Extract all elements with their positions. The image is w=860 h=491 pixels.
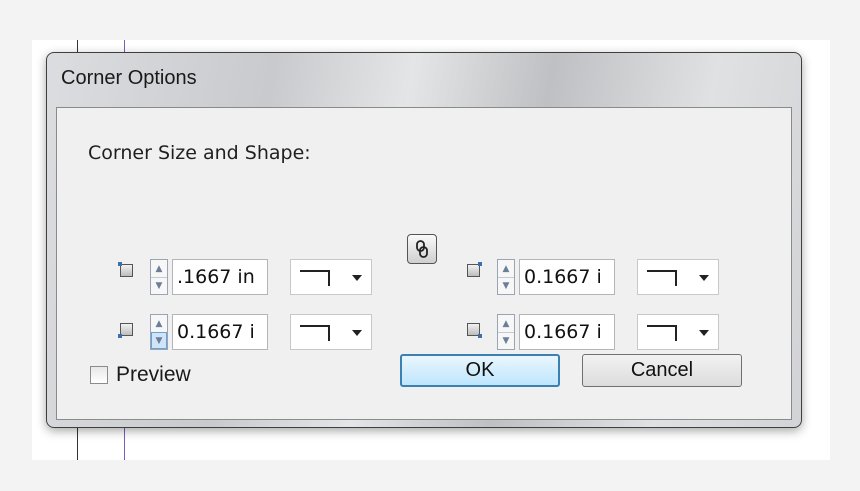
preview-checkbox[interactable] [90, 366, 108, 384]
dialog-content: Corner Size and Shape: ▲ ▼ .1667 in ▲ ▼ … [56, 107, 792, 420]
bottom-right-size-field[interactable]: 0.1667 i [519, 314, 615, 350]
ok-button[interactable]: OK [400, 354, 560, 387]
make-all-settings-same-button[interactable] [407, 234, 437, 264]
corner-shape-icon [300, 270, 330, 286]
corner-shape-icon [647, 270, 677, 286]
corner-bottom-right-icon [467, 323, 482, 338]
section-label: Corner Size and Shape: [88, 142, 311, 164]
chevron-down-icon[interactable] [699, 275, 709, 281]
top-left-size-field[interactable]: .1667 in [172, 259, 268, 295]
top-right-stepper[interactable]: ▲ ▼ [497, 259, 515, 295]
column-guide-line [124, 425, 125, 460]
bottom-right-shape-dropdown[interactable] [637, 314, 719, 350]
chevron-down-icon[interactable] [699, 330, 709, 336]
top-left-shape-dropdown[interactable] [290, 259, 372, 295]
corner-shape-icon [647, 325, 677, 341]
increment-arrow-icon[interactable]: ▲ [498, 315, 514, 333]
corner-shape-icon [300, 325, 330, 341]
decrement-arrow-icon[interactable]: ▼ [498, 332, 514, 349]
increment-arrow-icon[interactable]: ▲ [498, 260, 514, 278]
decrement-arrow-icon[interactable]: ▼ [151, 277, 167, 294]
increment-arrow-icon[interactable]: ▲ [151, 260, 167, 278]
corner-top-right-icon [467, 262, 482, 277]
chevron-down-icon[interactable] [352, 330, 362, 336]
top-right-shape-dropdown[interactable] [637, 259, 719, 295]
top-left-stepper[interactable]: ▲ ▼ [150, 259, 168, 295]
corner-bottom-left-icon [118, 323, 133, 338]
bottom-right-stepper[interactable]: ▲ ▼ [497, 314, 515, 350]
preview-label[interactable]: Preview [116, 363, 191, 387]
dialog-title: Corner Options [61, 67, 197, 89]
chain-link-icon [416, 240, 428, 258]
bottom-left-stepper[interactable]: ▲ ▼ [150, 314, 168, 350]
corner-options-dialog: Corner Options Corner Size and Shape: ▲ … [46, 52, 802, 428]
top-right-size-field[interactable]: 0.1667 i [519, 259, 615, 295]
chevron-down-icon[interactable] [352, 275, 362, 281]
decrement-arrow-icon[interactable]: ▼ [498, 277, 514, 294]
corner-top-left-icon [118, 262, 133, 277]
increment-arrow-icon[interactable]: ▲ [151, 315, 167, 333]
decrement-arrow-icon[interactable]: ▼ [151, 332, 167, 349]
bottom-left-shape-dropdown[interactable] [290, 314, 372, 350]
margin-guide-line [77, 425, 78, 460]
bottom-left-size-field[interactable]: 0.1667 i [172, 314, 268, 350]
cancel-button[interactable]: Cancel [582, 354, 742, 387]
